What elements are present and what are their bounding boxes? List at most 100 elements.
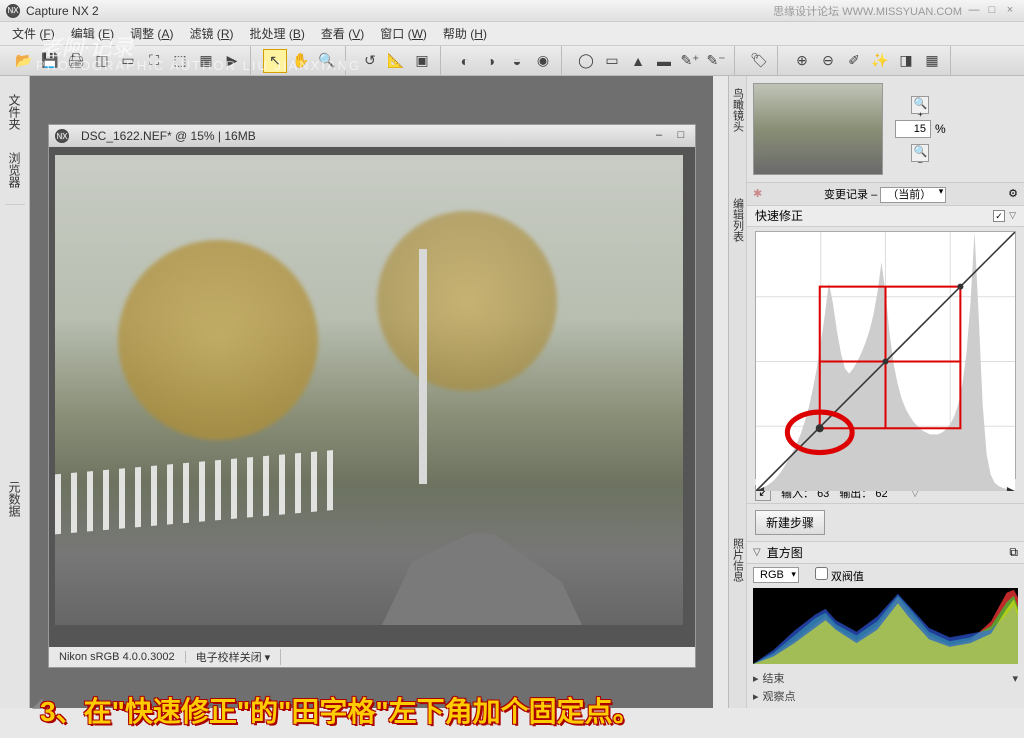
straighten-icon[interactable]: 📐 — [384, 49, 408, 73]
menu-view[interactable]: 查看 (V) — [315, 23, 370, 44]
link-watchpoint[interactable]: ▸观察点 — [753, 688, 1018, 704]
doc-icon: NX — [55, 129, 69, 143]
zoom-unit: % — [935, 122, 946, 136]
tab-metadata[interactable]: 元数据 — [4, 471, 25, 527]
selection-brush-icon[interactable]: ✐ — [842, 49, 866, 73]
expand-icon[interactable]: ▽ — [1009, 210, 1016, 221]
doc-minimize-icon[interactable]: – — [651, 129, 667, 143]
zoom-tool-icon[interactable]: 🔍 — [315, 49, 339, 73]
threshold-checkbox[interactable] — [815, 567, 828, 580]
collapse-icon[interactable]: ▽ — [753, 547, 761, 558]
maximize-button[interactable]: □ — [984, 4, 1000, 18]
doc-maximize-icon[interactable]: □ — [673, 129, 689, 143]
window-toggle-icon[interactable]: ▭ — [116, 49, 140, 73]
titlebar: NX Capture NX 2 思缘设计论坛 WWW.MISSYUAN.COM … — [0, 0, 1024, 22]
layout-icon[interactable]: ◫ — [90, 49, 114, 73]
tab-birdeye[interactable]: 鸟瞰镜头 — [729, 80, 747, 140]
new-step-row: 新建步骤 — [747, 503, 1024, 542]
right-panel: 鸟瞰镜头 编辑列表 照片信息 🔍⁺ % 🔍⁻ ✱ 变更记录 – （当前） ⚙ 快… — [728, 76, 1024, 708]
gradient2-icon[interactable]: ◨ — [894, 49, 918, 73]
document-image[interactable] — [55, 155, 683, 625]
canvas-area: NX DSC_1622.NEF* @ 15% | 16MB – □ Nikon … — [30, 76, 713, 708]
rail-separator — [5, 204, 25, 205]
document-title: DSC_1622.NEF* @ 15% | 16MB — [81, 129, 256, 143]
brush-minus-icon[interactable]: ✎⁻ — [704, 49, 728, 73]
rgb-histogram[interactable] — [753, 588, 1018, 664]
document-window: NX DSC_1622.NEF* @ 15% | 16MB – □ Nikon … — [48, 124, 696, 668]
fill2-icon[interactable]: ▦ — [920, 49, 944, 73]
new-step-button[interactable]: 新建步骤 — [755, 510, 825, 535]
tab-editlist[interactable]: 编辑列表 — [729, 190, 747, 250]
quickfix-label: 快速修正 — [755, 207, 803, 224]
launcher-icon[interactable]: ▶ — [220, 49, 244, 73]
curve-editor[interactable] — [755, 231, 1016, 479]
document-titlebar[interactable]: NX DSC_1622.NEF* @ 15% | 16MB – □ — [49, 125, 695, 147]
pointer-tool-icon[interactable]: ↖ — [263, 49, 287, 73]
print-icon[interactable]: 🖨 — [64, 49, 88, 73]
brush-plus-icon[interactable]: ✎⁺ — [678, 49, 702, 73]
marquee-icon[interactable]: ▭ — [600, 49, 624, 73]
menu-filter[interactable]: 滤镜 (R) — [183, 23, 239, 44]
document-statusbar: Nikon sRGB 4.0.0.3002 电子校样关闭 ▾ — [49, 647, 695, 667]
open-icon[interactable]: 📂 — [12, 49, 36, 73]
fill-icon[interactable]: ▬ — [652, 49, 676, 73]
tag-icon[interactable]: 🏷 — [747, 49, 771, 73]
rotate-ccw-icon[interactable]: ↺ — [358, 49, 382, 73]
lasso-icon[interactable]: ◯ — [574, 49, 598, 73]
gradient-icon[interactable]: ▲ — [626, 49, 650, 73]
footer-links: ▸结束 ▾ ▸观察点 — [747, 666, 1024, 708]
gear-icon[interactable]: ⚙ — [1008, 187, 1018, 200]
quickfix-checkbox[interactable]: ✓ — [993, 210, 1005, 222]
history-dropdown[interactable]: （当前） — [880, 187, 946, 203]
threshold-option[interactable]: 双阀值 — [815, 567, 864, 584]
panel-menu-icon[interactable]: ⧉ — [1009, 545, 1018, 560]
workspace-icon[interactable]: ▦ — [194, 49, 218, 73]
tree-shape — [118, 240, 318, 440]
tree-shape — [377, 211, 557, 391]
menu-batch[interactable]: 批处理 (B) — [243, 23, 310, 44]
histogram-mode-dropdown[interactable]: RGB — [753, 567, 799, 583]
menu-file[interactable]: 文件 (F) — [6, 23, 61, 44]
star-icon[interactable]: ✱ — [753, 187, 762, 200]
thumbnail[interactable] — [753, 83, 883, 175]
menu-window[interactable]: 窗口 (W) — [374, 23, 433, 44]
fullscreen-icon[interactable]: ⛶ — [142, 49, 166, 73]
selection-icon[interactable]: ⬚ — [168, 49, 192, 73]
left-rail: 文件夹 浏览器 元数据 — [0, 76, 30, 708]
status-colorspace: Nikon sRGB 4.0.0.3002 — [49, 651, 186, 663]
right-content: 🔍⁺ % 🔍⁻ ✱ 变更记录 – （当前） ⚙ 快速修正 ✓ ▽ — [747, 76, 1024, 708]
tab-folder[interactable]: 文件夹 — [4, 84, 25, 140]
zoom-out-icon[interactable]: 🔍⁻ — [911, 144, 929, 162]
histogram-options: RGB 双阀值 — [747, 564, 1024, 586]
menu-adjust[interactable]: 调整 (A) — [124, 23, 179, 44]
tab-browser[interactable]: 浏览器 — [4, 142, 25, 198]
status-proof: 电子校样关闭 ▾ — [186, 649, 282, 665]
birdeye-panel: 🔍⁺ % 🔍⁻ — [747, 76, 1024, 183]
menu-help[interactable]: 帮助 (H) — [437, 23, 493, 44]
black-point-icon[interactable]: ◐ — [453, 49, 477, 73]
quickfix-header[interactable]: 快速修正 ✓ ▽ — [747, 206, 1024, 227]
right-rail: 鸟瞰镜头 编辑列表 照片信息 — [729, 76, 747, 708]
save-icon[interactable]: 💾 — [38, 49, 62, 73]
hand-tool-icon[interactable]: ✋ — [289, 49, 313, 73]
menu-edit[interactable]: 编辑 (E) — [65, 23, 120, 44]
link-end[interactable]: ▸结束 ▾ — [753, 670, 1018, 686]
zoom-input[interactable] — [895, 120, 931, 138]
histogram-header[interactable]: ▽ 直方图 ⧉ — [747, 542, 1024, 564]
history-header: ✱ 变更记录 – （当前） ⚙ — [747, 183, 1024, 206]
zoom-in-icon[interactable]: 🔍⁺ — [911, 96, 929, 114]
crop-icon[interactable]: ▣ — [410, 49, 434, 73]
redeye-icon[interactable]: ◉ — [531, 49, 555, 73]
white-point-icon[interactable]: ◒ — [505, 49, 529, 73]
tab-photoinfo[interactable]: 照片信息 — [729, 530, 747, 590]
fence-shape — [55, 449, 338, 534]
app-icon: NX — [6, 4, 20, 18]
close-button[interactable]: × — [1002, 4, 1018, 18]
chevron-right-icon: ▸ — [753, 690, 759, 703]
toolbar: 📂 💾 🖨 ◫ ▭ ⛶ ⬚ ▦ ▶ ↖ ✋ 🔍 ↺ 📐 ▣ ◐ ◑ ◒ ◉ ◯ … — [0, 46, 1024, 76]
control-point-plus-icon[interactable]: ⊕ — [790, 49, 814, 73]
minimize-button[interactable]: — — [966, 4, 982, 18]
gray-point-icon[interactable]: ◑ — [479, 49, 503, 73]
control-point-minus-icon[interactable]: ⊖ — [816, 49, 840, 73]
wand-icon[interactable]: ✨ — [868, 49, 892, 73]
